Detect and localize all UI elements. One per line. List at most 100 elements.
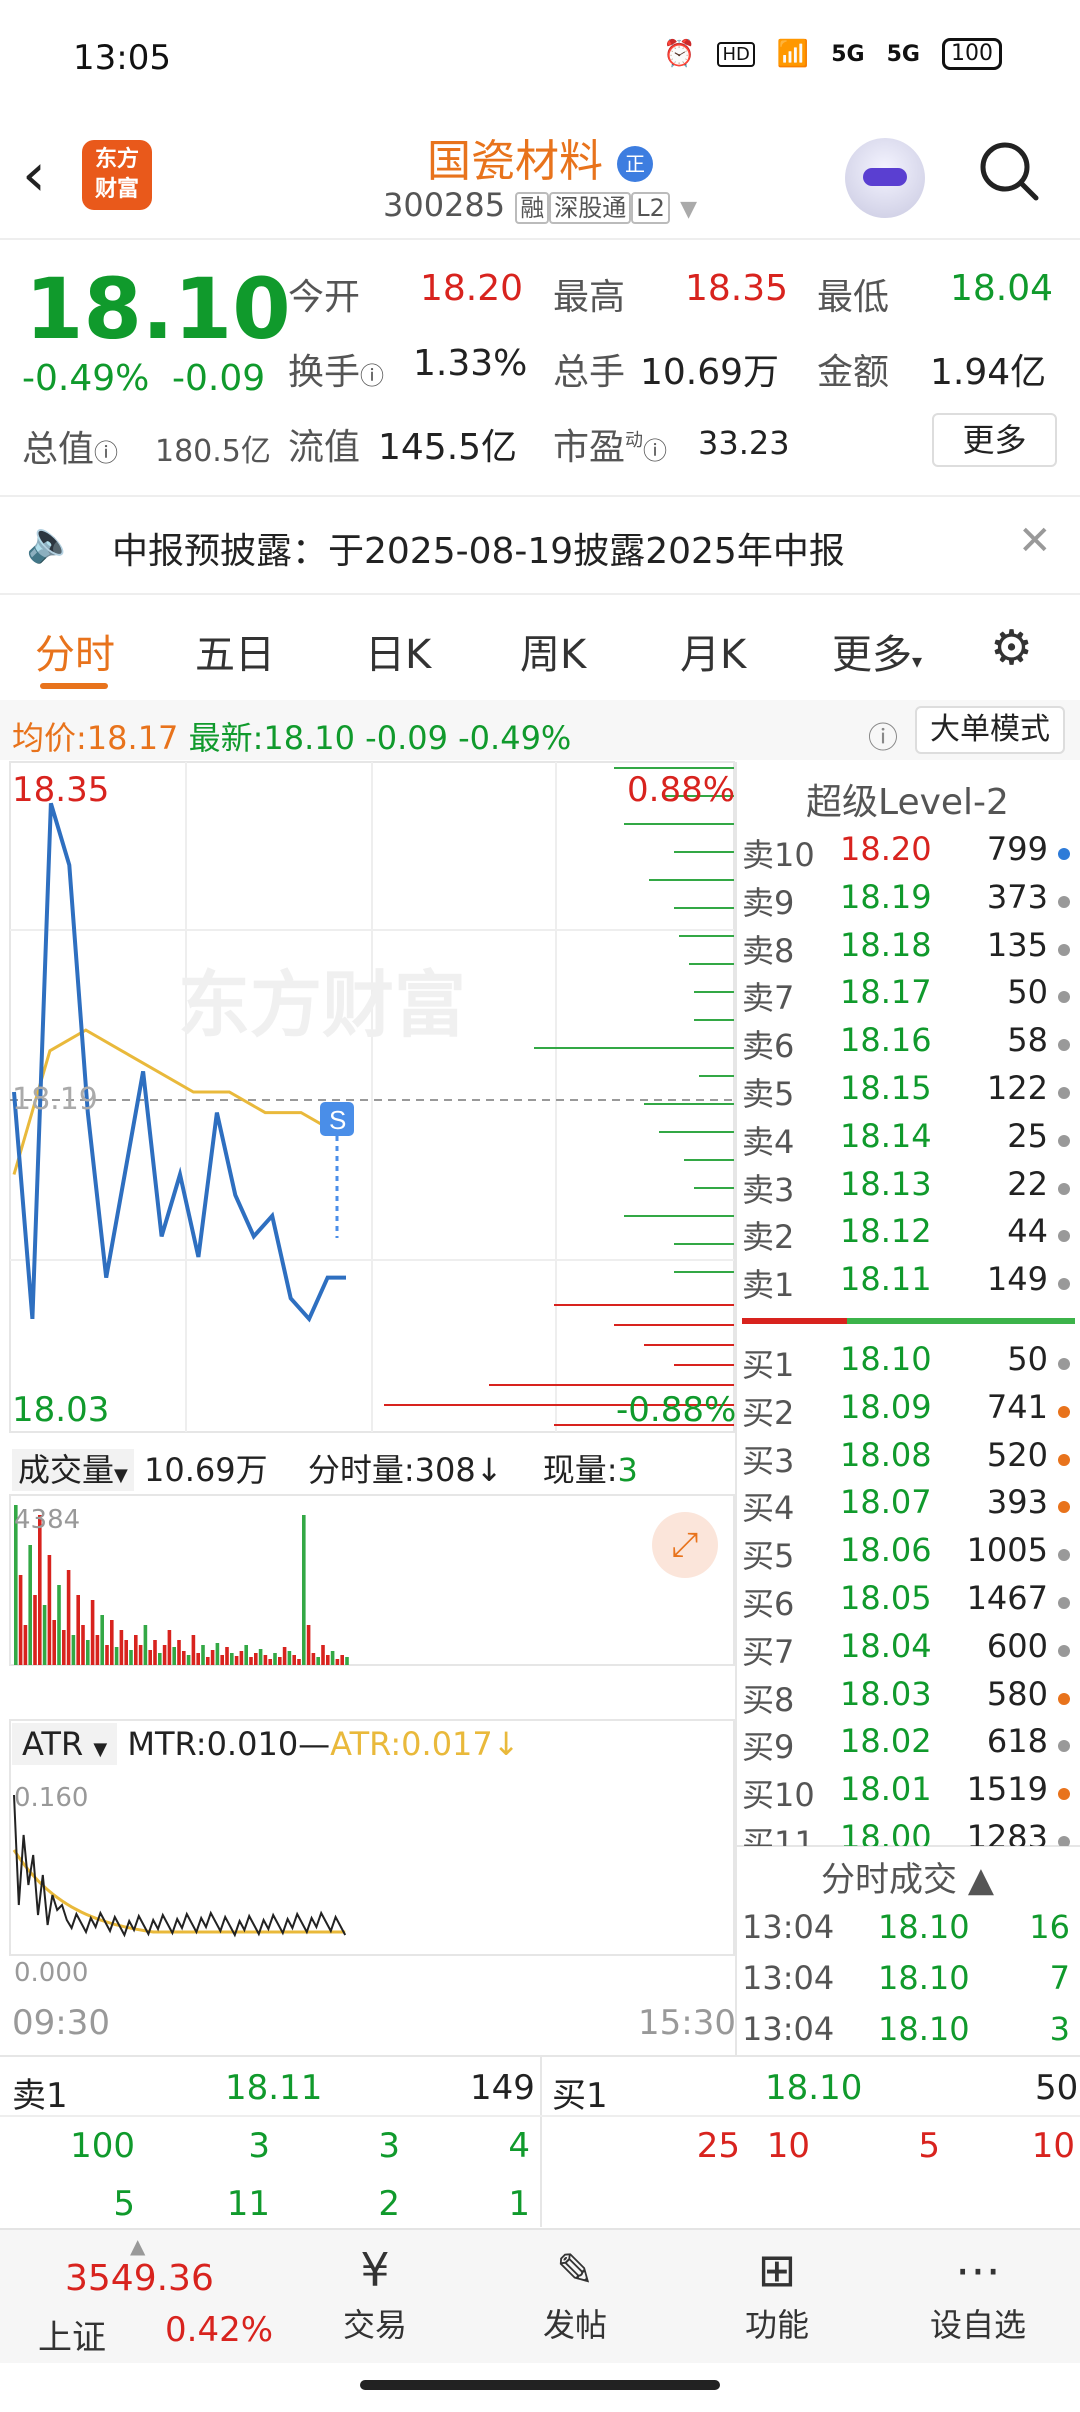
bid-row[interactable]: 买11 18.00 1283 (740, 1818, 1070, 1846)
bid-row[interactable]: 买9 18.02 618 (740, 1722, 1070, 1770)
tick-time: 13:04 (742, 1908, 835, 1946)
ask-row[interactable]: 卖2 18.12 44 (740, 1212, 1070, 1260)
indicator-selector[interactable]: ATR ▼ (12, 1723, 118, 1765)
ask-row[interactable]: 卖5 18.15 122 (740, 1069, 1070, 1117)
ask-row[interactable]: 卖3 18.13 22 (740, 1165, 1070, 1213)
volume-bar (335, 1659, 340, 1665)
tick-row: 13:04 18.10 16 (740, 1908, 1070, 1956)
robot-avatar-icon[interactable] (845, 138, 925, 218)
status-time: 13:05 (73, 38, 171, 78)
chart-info-line: 均价:18.17 最新:18.10 -0.09 -0.49% (12, 719, 572, 757)
volume-bar (38, 1515, 42, 1665)
volume-bar (28, 1545, 32, 1665)
bid-row[interactable]: 买3 18.08 520 (740, 1436, 1070, 1484)
ask-row[interactable]: 卖7 18.17 50 (740, 973, 1070, 1021)
expand-up-icon[interactable]: ▲ (130, 2234, 145, 2258)
level-dot-icon (1058, 1501, 1070, 1514)
grid-apps-icon: ⊞ (757, 2243, 797, 2297)
volume-bar (287, 1651, 292, 1665)
tab-weekly-k[interactable]: 周K (520, 622, 586, 680)
level-dot-icon (1058, 848, 1070, 860)
volume-bar (263, 1655, 268, 1665)
nav-trade[interactable]: ¥ 交易 (315, 2240, 435, 2346)
ask-row[interactable]: 卖8 18.18 135 (740, 926, 1070, 974)
bid-row[interactable]: 买10 18.01 1519 (740, 1770, 1070, 1818)
bid-row[interactable]: 买5 18.06 1005 (740, 1531, 1070, 1579)
bid-row[interactable]: 买2 18.09 741 (740, 1388, 1070, 1436)
low-value: 18.04 (950, 268, 1054, 309)
bid-row[interactable]: 买8 18.03 580 (740, 1675, 1070, 1723)
volume-bar (138, 1645, 143, 1665)
level-dot-icon (1058, 1453, 1070, 1466)
volume-bar (220, 1655, 224, 1665)
bid-row[interactable]: 买4 18.07 393 (740, 1483, 1070, 1531)
level-label: 买1 (742, 1346, 795, 1384)
big-order-mode-button[interactable]: 大单模式 (915, 706, 1065, 754)
bid-row[interactable]: 买6 18.05 1467 (740, 1579, 1070, 1627)
ask-row[interactable]: 卖1 18.11 149 (740, 1260, 1070, 1308)
volume-selector[interactable]: 成交量▼ (12, 1449, 134, 1491)
level-label: 卖7 (742, 979, 795, 1018)
level-dot-icon (1058, 1740, 1070, 1753)
ask-ratio-bar (742, 1318, 847, 1324)
level-dot-icon (1058, 1597, 1070, 1609)
bid-row[interactable]: 买1 18.10 50 (740, 1340, 1070, 1388)
time-end: 15:30 (638, 2003, 736, 2043)
volume-bar (297, 1659, 301, 1665)
close-icon[interactable]: ✕ (1018, 518, 1052, 564)
home-indicator[interactable] (360, 2380, 720, 2390)
tab-intraday[interactable]: 分时 (35, 622, 115, 680)
ask-row[interactable]: 卖6 18.16 58 (740, 1021, 1070, 1069)
help-icon[interactable]: ⓘ (868, 713, 898, 757)
expand-icon[interactable]: ⤢ (652, 1512, 718, 1578)
tab-monthly-k[interactable]: 月K (680, 622, 746, 680)
level-price: 18.14 (840, 1116, 932, 1155)
tab-daily-k[interactable]: 日K (365, 622, 431, 680)
queue-bid-vol: 50 (1035, 2068, 1079, 2108)
settings-gear-icon[interactable]: ⚙ (990, 620, 1033, 676)
volume-bar (316, 1657, 320, 1665)
change-abs: -0.09 (172, 358, 266, 399)
open-label: 今开 (288, 277, 361, 318)
level-dot-icon (1058, 1788, 1070, 1801)
queue-bid-order: 10 (1031, 2126, 1075, 2166)
tab-more[interactable]: 更多▾ (832, 622, 922, 680)
nav-add-watchlist[interactable]: ⋯ 设自选 (918, 2240, 1038, 2346)
current-price: 18.10 (25, 260, 291, 358)
ask-row[interactable]: 卖9 18.19 373 (740, 878, 1070, 926)
amount-label: 金额 (817, 352, 890, 393)
more-dots-icon: ⋯ (955, 2243, 1001, 2297)
level-label: 卖3 (742, 1170, 795, 1209)
amount-value: 1.94亿 (930, 352, 1047, 393)
nav-post[interactable]: ✎ 发帖 (515, 2240, 635, 2346)
volume-bar (52, 1620, 56, 1665)
nav-functions[interactable]: ⊞ 功能 (717, 2240, 837, 2346)
tag-level2[interactable]: L2 (631, 192, 670, 224)
volume-bar (239, 1651, 244, 1665)
bid-ratio-bar (847, 1318, 1075, 1324)
level-label: 买10 (742, 1776, 815, 1815)
tab-five-day[interactable]: 五日 (195, 622, 275, 680)
orderbook-title[interactable]: 超级Level-2 (735, 773, 1080, 825)
ask-row[interactable]: 卖4 18.14 25 (740, 1117, 1070, 1165)
notice-text: 中报预披露：于2025-08-19披露2025年中报 (112, 531, 845, 572)
level-volume: 149 (986, 1260, 1048, 1299)
stock-code: 300285 (382, 186, 506, 224)
bid-row[interactable]: 买7 18.04 600 (740, 1627, 1070, 1675)
level-volume: 122 (986, 1069, 1048, 1107)
index-value[interactable]: 3549.36 (65, 2258, 214, 2299)
level-price: 18.16 (840, 1021, 932, 1060)
volume-bar (326, 1655, 330, 1665)
level-price: 18.13 (840, 1164, 932, 1203)
volume-bar (177, 1640, 181, 1665)
ask-row[interactable]: 卖10 18.20 799 (740, 830, 1070, 878)
level-price: 18.15 (840, 1069, 932, 1107)
dropdown-triangle-icon[interactable]: ▼ (680, 197, 697, 222)
more-button[interactable]: 更多 (932, 413, 1057, 467)
ticks-title[interactable]: 分时成交 ▲ (735, 1852, 1080, 1901)
level-volume: 135 (986, 925, 1048, 964)
volume-bar (230, 1653, 234, 1665)
mcap-label: 总值ⓘ (22, 429, 119, 470)
search-icon[interactable] (978, 140, 1040, 202)
level-volume: 1005 (966, 1531, 1048, 1570)
